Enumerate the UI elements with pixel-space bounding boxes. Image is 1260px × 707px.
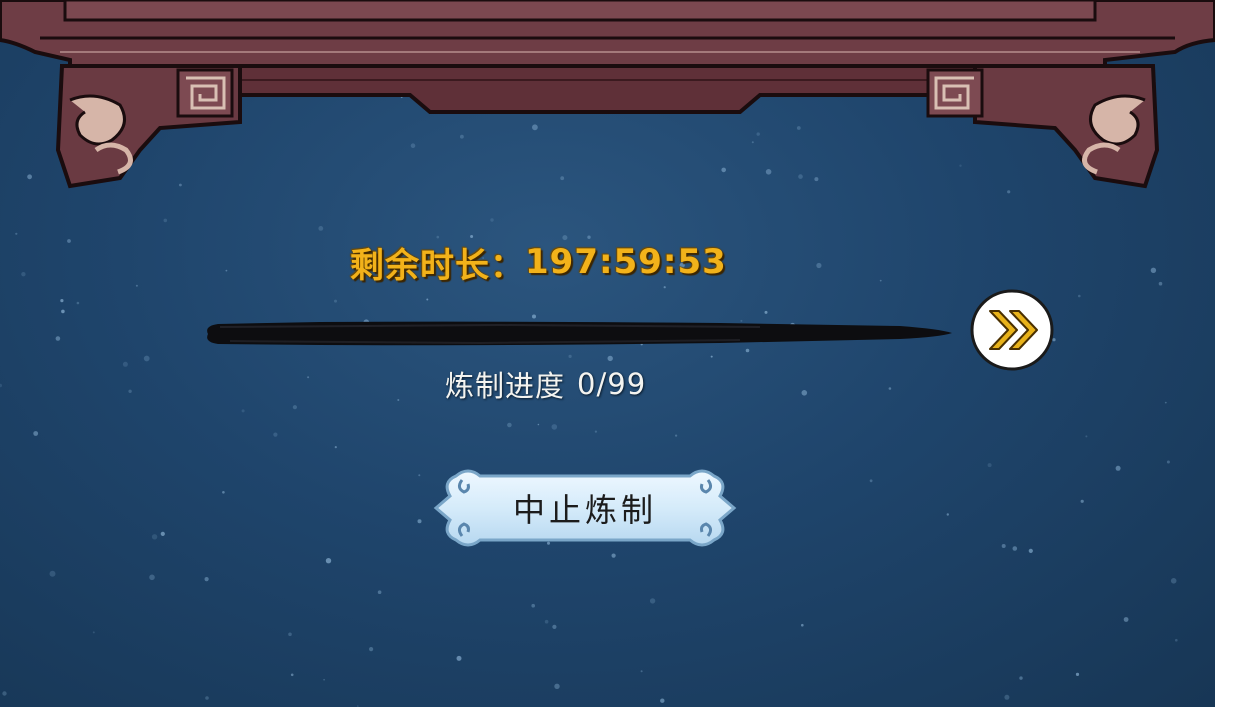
sparkle-dot xyxy=(307,376,310,379)
sparkle-dot xyxy=(33,431,39,436)
sparkle-dot xyxy=(1001,544,1006,548)
sparkle-dot xyxy=(675,434,678,437)
sparkle-dot xyxy=(67,239,71,243)
sparkle-dot xyxy=(377,590,382,594)
sparkle-dot xyxy=(869,479,873,483)
sparkle-dot xyxy=(1175,638,1178,642)
sparkle-dot xyxy=(325,558,332,564)
sparkle-dot xyxy=(552,624,557,630)
sparkle-dot xyxy=(135,284,138,287)
remaining-time-value: 197:59:53 xyxy=(525,242,727,282)
stop-refining-button[interactable]: 中止炼制 xyxy=(428,462,742,554)
sparkle-dot xyxy=(397,399,400,401)
game-scene: 剩余时长： 197:59:53 炼制进度 0 / 99 中止炼制 xyxy=(0,0,1215,707)
sparkle-dot xyxy=(660,698,665,703)
sparkle-dot xyxy=(879,279,882,282)
sparkle-dot xyxy=(292,405,297,410)
sparkle-dot xyxy=(946,513,949,516)
sparkle-dot xyxy=(537,423,540,426)
sparkle-dot xyxy=(456,655,462,661)
sparkle-dot xyxy=(288,632,292,637)
sparkle-dot xyxy=(334,299,337,303)
sparkle-dot xyxy=(507,422,512,428)
sparkle-dot xyxy=(426,298,429,301)
sparkle-dot xyxy=(60,299,64,303)
refining-progress-label: 炼制进度 xyxy=(445,369,566,403)
sparkle-dot xyxy=(49,570,56,577)
sparkle-dot xyxy=(1075,672,1080,677)
sparkle-dot xyxy=(1007,190,1011,194)
refining-progress-current: 0 xyxy=(577,367,597,401)
sparkle-dot xyxy=(888,387,892,390)
sparkle-dot xyxy=(122,361,128,367)
sparkle-dot xyxy=(92,631,95,634)
sparkle-dot xyxy=(128,389,132,393)
sparkle-dot xyxy=(149,574,155,581)
sparkle-dot xyxy=(163,218,168,223)
sparkle-dot xyxy=(594,430,598,433)
sparkle-dot xyxy=(640,670,643,673)
sparkle-dot xyxy=(225,269,228,272)
remaining-time-label: 剩余时长： xyxy=(350,245,525,286)
ornate-wooden-frame xyxy=(0,0,1215,189)
stop-refining-label: 中止炼制 xyxy=(512,491,657,529)
sparkle-dot xyxy=(1080,499,1084,503)
sparkle-dot xyxy=(1078,294,1081,298)
sparkle-dot xyxy=(1004,694,1010,700)
sparkle-dot xyxy=(544,619,549,624)
sparkle-dot xyxy=(160,531,165,537)
sparkle-dot xyxy=(1115,465,1121,471)
screen-edge-margin xyxy=(1215,0,1260,707)
sparkle-dot xyxy=(801,623,804,627)
sparkle-dot xyxy=(15,232,18,235)
sparkle-dot xyxy=(55,336,61,341)
sparkle-dot xyxy=(649,598,656,604)
sparkle-dot xyxy=(204,577,209,582)
sparkle-dot xyxy=(0,383,2,388)
sparkle-dot xyxy=(987,463,992,468)
sparkle-dot xyxy=(531,603,535,608)
sparkle-dot xyxy=(551,424,558,430)
refining-progress-separator: / xyxy=(596,367,608,401)
refining-progress-text: 炼制进度 0 / 99 xyxy=(445,362,745,406)
sparkle-dot xyxy=(2,691,7,696)
sparkle-dot xyxy=(418,474,421,477)
sparkle-dot xyxy=(417,519,422,524)
sparkle-dot xyxy=(61,309,65,314)
sparkle-dot xyxy=(1150,267,1157,273)
sparkle-dot xyxy=(1166,460,1170,464)
sparkle-dot xyxy=(323,678,325,681)
sparkle-dot xyxy=(1164,401,1167,404)
speed-up-button[interactable] xyxy=(968,287,1056,373)
sparkle-dot xyxy=(273,432,278,437)
sparkle-dot xyxy=(143,355,150,362)
sparkle-dot xyxy=(1085,435,1088,438)
sparkle-dot xyxy=(205,696,209,700)
remaining-time-display: 剩余时长： 197:59:53 xyxy=(350,236,820,288)
sparkle-dot xyxy=(21,272,26,277)
sparkle-dot xyxy=(1123,617,1129,622)
sparkle-dot xyxy=(490,218,494,222)
sparkle-dot xyxy=(290,673,294,677)
sparkle-dot xyxy=(241,409,245,413)
sparkle-dot xyxy=(76,301,80,305)
sparkle-dot xyxy=(151,534,158,540)
refining-progress-bar xyxy=(207,321,953,346)
sparkle-dot xyxy=(607,355,613,362)
sparkle-dot xyxy=(369,647,374,652)
sparkle-dot xyxy=(1158,281,1163,286)
sparkle-dot xyxy=(222,491,225,494)
sparkle-dot xyxy=(1028,548,1033,554)
sparkle-dot xyxy=(611,553,616,558)
refining-progress-total: 99 xyxy=(607,367,647,401)
sparkle-dot xyxy=(1012,546,1018,551)
sparkle-dot xyxy=(801,390,808,396)
sparkle-dot xyxy=(1170,578,1177,584)
sparkle-dot xyxy=(334,446,337,449)
sparkle-dot xyxy=(554,683,560,689)
sparkle-dot xyxy=(318,226,324,231)
sparkle-dot xyxy=(1019,676,1023,680)
